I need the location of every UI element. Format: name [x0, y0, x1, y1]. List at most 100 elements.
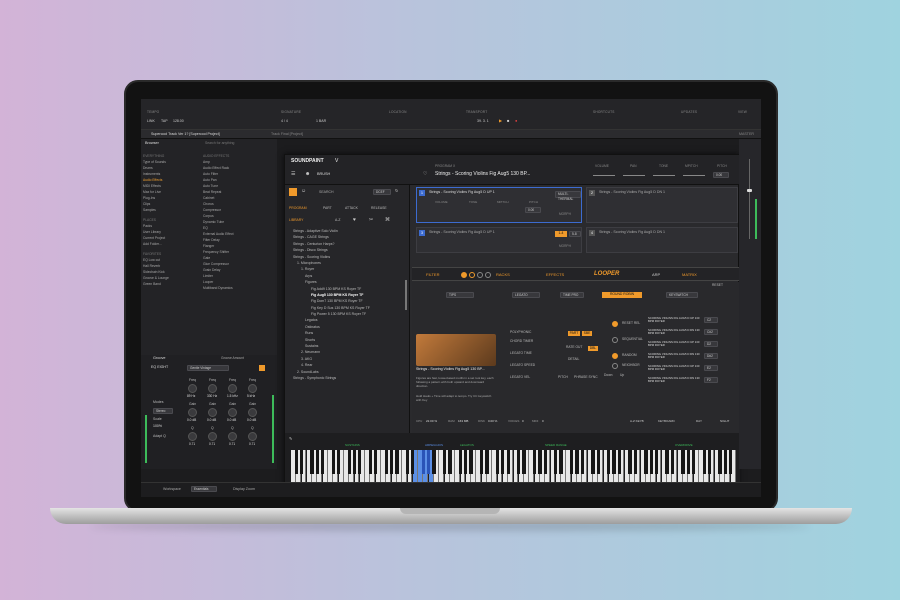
black-key[interactable]: [448, 450, 452, 474]
black-key[interactable]: [368, 450, 373, 474]
preset-icon[interactable]: ⌘: [385, 218, 390, 223]
browser-search-input[interactable]: Search for anything: [205, 141, 234, 145]
round-robin-button[interactable]: ROUND ROBIN: [602, 292, 642, 298]
tree-scrollbar[interactable]: [405, 280, 407, 310]
black-key[interactable]: [294, 450, 298, 474]
az-keyboard-toggle[interactable]: A-Z KEYB: [630, 420, 644, 423]
mode-select[interactable]: Stereo: [153, 408, 173, 414]
legato-select[interactable]: LEGATO: [512, 292, 540, 298]
menu-icon[interactable]: ☰: [291, 172, 295, 177]
library-tab[interactable]: LIBRARY: [289, 218, 303, 222]
attack-tab[interactable]: ATTACK: [345, 206, 358, 210]
time-pro-select[interactable]: TIME PRO: [560, 292, 584, 298]
signature-field[interactable]: 4 / 4: [281, 119, 288, 125]
pan-slider[interactable]: [623, 175, 645, 176]
freq-knob-1[interactable]: [188, 384, 197, 393]
tips-select[interactable]: TIPS: [446, 292, 474, 298]
refresh-icon[interactable]: ↻: [395, 189, 398, 193]
black-key[interactable]: [458, 450, 463, 474]
black-key[interactable]: [352, 450, 357, 474]
black-key[interactable]: [707, 450, 712, 474]
black-key[interactable]: [464, 450, 468, 474]
brush-label[interactable]: BRUSH: [317, 172, 330, 177]
black-key[interactable]: [336, 450, 341, 474]
black-key[interactable]: [538, 450, 542, 474]
matrix-tab[interactable]: MATRIX: [682, 273, 697, 277]
black-key[interactable]: [570, 450, 574, 474]
black-key[interactable]: [729, 450, 733, 474]
rack-b-button[interactable]: [469, 272, 475, 278]
black-key[interactable]: [384, 450, 388, 474]
tempo-field[interactable]: 128.00: [173, 119, 184, 125]
library-icon[interactable]: [289, 188, 297, 196]
black-key[interactable]: [649, 450, 653, 474]
gain-knob-2[interactable]: [208, 408, 217, 417]
black-key[interactable]: [480, 450, 484, 474]
part-button[interactable]: PART: [568, 331, 580, 336]
gain-knob-4[interactable]: [248, 408, 257, 417]
favorite-item[interactable]: Green Band: [143, 281, 201, 287]
black-key[interactable]: [495, 450, 500, 474]
az-sort-button[interactable]: A-Z: [335, 218, 340, 222]
rack-d-button[interactable]: [485, 272, 491, 278]
black-key[interactable]: [506, 450, 510, 474]
category-item[interactable]: Samples: [143, 207, 201, 213]
freq-knob-2[interactable]: [208, 384, 217, 393]
device-power-toggle[interactable]: [259, 365, 265, 371]
black-key[interactable]: [432, 450, 436, 474]
black-key[interactable]: [321, 450, 325, 474]
black-key[interactable]: [522, 450, 526, 474]
night-mode-option[interactable]: NIGHT: [720, 420, 729, 423]
black-key[interactable]: [405, 450, 410, 474]
black-key[interactable]: [331, 450, 335, 474]
black-key[interactable]: [686, 450, 690, 474]
black-key[interactable]: [718, 450, 722, 474]
rack-c-button[interactable]: [477, 272, 483, 278]
layer-slot-3[interactable]: 3 Strings - Scoring Violins Fig Aug5 D U…: [416, 227, 582, 253]
freq-knob-4[interactable]: [248, 384, 257, 393]
stop-icon[interactable]: ■: [507, 119, 509, 123]
program-name[interactable]: Strings - Scoring Violins Fig Aug5 130 B…: [435, 172, 530, 177]
release-tab[interactable]: RELEASE: [371, 206, 387, 210]
range-1-4-button[interactable]: 1-4: [555, 231, 567, 237]
black-key[interactable]: [554, 450, 558, 474]
black-key[interactable]: [702, 450, 706, 474]
tap-button[interactable]: TAP: [161, 119, 168, 125]
program-tab[interactable]: PROGRAM: [289, 206, 307, 210]
range-5-8-button[interactable]: 5-8: [569, 231, 581, 237]
black-key[interactable]: [596, 450, 600, 474]
black-key[interactable]: [691, 450, 696, 474]
black-key[interactable]: [654, 450, 659, 474]
black-key[interactable]: [670, 450, 674, 474]
black-key[interactable]: [681, 450, 685, 474]
black-key[interactable]: [315, 450, 320, 474]
arp-tab[interactable]: ARP: [652, 273, 660, 277]
play-icon[interactable]: ▶: [499, 119, 502, 123]
matrix-key[interactable]: E2: [704, 365, 718, 371]
looper-tab[interactable]: LOOPER: [594, 271, 619, 277]
rack-a-button[interactable]: [461, 272, 467, 278]
slot-name[interactable]: Strings - Scoring Violins Fig Aug5 D DN …: [599, 230, 665, 235]
black-key[interactable]: [469, 450, 473, 474]
gain-knob-3[interactable]: [228, 408, 237, 417]
mpitch-slider[interactable]: [683, 175, 705, 176]
black-key[interactable]: [395, 450, 399, 474]
q-knob-3[interactable]: [228, 432, 237, 441]
sbe-button[interactable]: SBE: [582, 331, 592, 336]
user-icon[interactable]: ☻: [305, 172, 310, 177]
random-radio[interactable]: [612, 353, 618, 359]
slot-pitch-field[interactable]: 0.00: [525, 207, 541, 213]
heart-icon[interactable]: ♡: [423, 172, 427, 177]
black-key[interactable]: [411, 450, 415, 474]
master-fader-cap[interactable]: [747, 189, 752, 192]
matrix-row[interactable]: SCORING VIOLINS FIG AUG5 D UP 130 BPM RO…: [648, 364, 726, 374]
layer-slot-2[interactable]: 2 Strings - Scoring Violins Fig Aug5 D D…: [586, 187, 738, 223]
pitch-field[interactable]: 0.00: [713, 172, 729, 178]
black-key[interactable]: [374, 450, 378, 474]
black-key[interactable]: [347, 450, 351, 474]
multi-thermal-button[interactable]: MULTI-THERMAL: [555, 191, 581, 201]
preset-select[interactable]: Gentle Vintage: [187, 365, 229, 371]
layer-slot-1[interactable]: 1 Strings - Scoring Violins Fig Aug5 D U…: [416, 187, 582, 223]
slot-name[interactable]: Strings - Scoring Violins Fig Aug5 D UP …: [429, 230, 495, 235]
black-key[interactable]: [501, 450, 505, 474]
